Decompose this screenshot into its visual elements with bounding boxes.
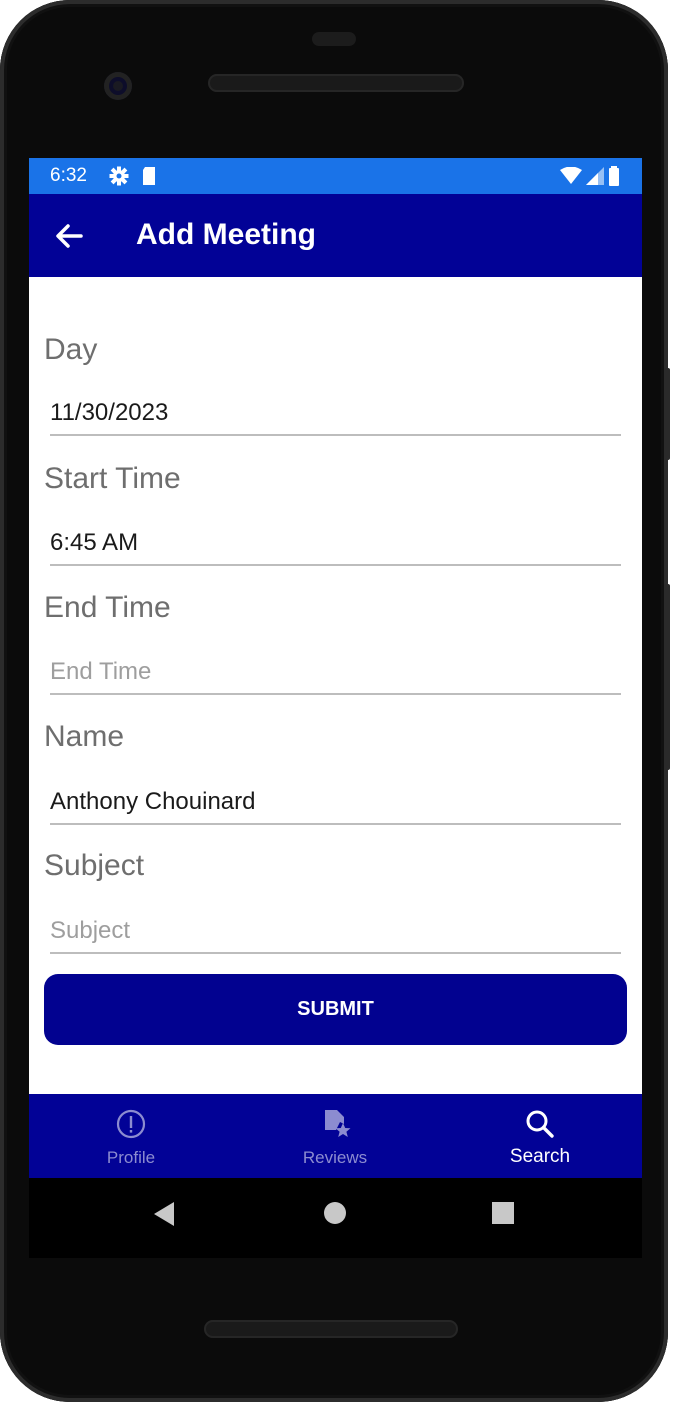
status-bar: 6:32: [29, 158, 642, 194]
submit-button[interactable]: SUBMIT: [44, 974, 627, 1045]
back-triangle-icon[interactable]: [152, 1201, 176, 1227]
sd-card-icon: [143, 167, 155, 185]
earpiece-speaker: [208, 74, 464, 92]
wifi-icon: [560, 167, 582, 184]
back-arrow-icon[interactable]: [51, 218, 87, 254]
bottom-speaker: [204, 1320, 458, 1338]
home-circle-icon[interactable]: [323, 1201, 347, 1225]
subject-field[interactable]: [50, 910, 621, 954]
start-time-field[interactable]: [50, 522, 621, 566]
start-time-label: Start Time: [44, 462, 181, 495]
power-button: [664, 368, 670, 460]
phone-frame: 6:32 Add Meeting Day 11/30/2023 Start Ti…: [0, 0, 670, 1402]
system-navigation-bar: [29, 1178, 642, 1258]
nav-item-search[interactable]: Search: [438, 1094, 642, 1178]
status-indicators: [560, 165, 620, 187]
app-bar: Add Meeting: [29, 194, 642, 277]
nav-label-search: Search: [509, 1146, 571, 1167]
nav-label-reviews: Reviews: [302, 1148, 368, 1167]
review-document-icon: [325, 1110, 351, 1137]
nav-item-reviews[interactable]: Reviews: [233, 1094, 437, 1178]
volume-button: [664, 584, 670, 770]
recents-square-icon[interactable]: [492, 1202, 514, 1224]
status-time: 6:32: [50, 165, 87, 186]
meeting-form: Day Start Time End Time Name Subject SUB…: [29, 277, 642, 1094]
subject-label: Subject: [44, 849, 145, 882]
bottom-navigation: Profile Reviews Search: [29, 1094, 642, 1178]
nav-item-profile[interactable]: Profile: [29, 1094, 233, 1178]
name-field[interactable]: [50, 781, 621, 825]
signal-icon: [586, 167, 604, 185]
end-time-label: End Time: [44, 591, 171, 624]
day-field[interactable]: [50, 392, 621, 436]
top-sensor: [312, 32, 356, 46]
day-label: Day: [44, 333, 98, 366]
front-camera: [104, 72, 132, 100]
name-label: Name: [44, 720, 125, 753]
nav-label-profile: Profile: [106, 1148, 156, 1167]
battery-icon: [609, 166, 619, 186]
page-title: Add Meeting: [136, 218, 316, 251]
info-icon: [116, 1109, 146, 1139]
screen: 6:32 Add Meeting Day 11/30/2023 Start Ti…: [29, 158, 642, 1258]
search-icon: [526, 1110, 554, 1138]
gear-icon: [109, 166, 129, 186]
end-time-field[interactable]: [50, 651, 621, 695]
